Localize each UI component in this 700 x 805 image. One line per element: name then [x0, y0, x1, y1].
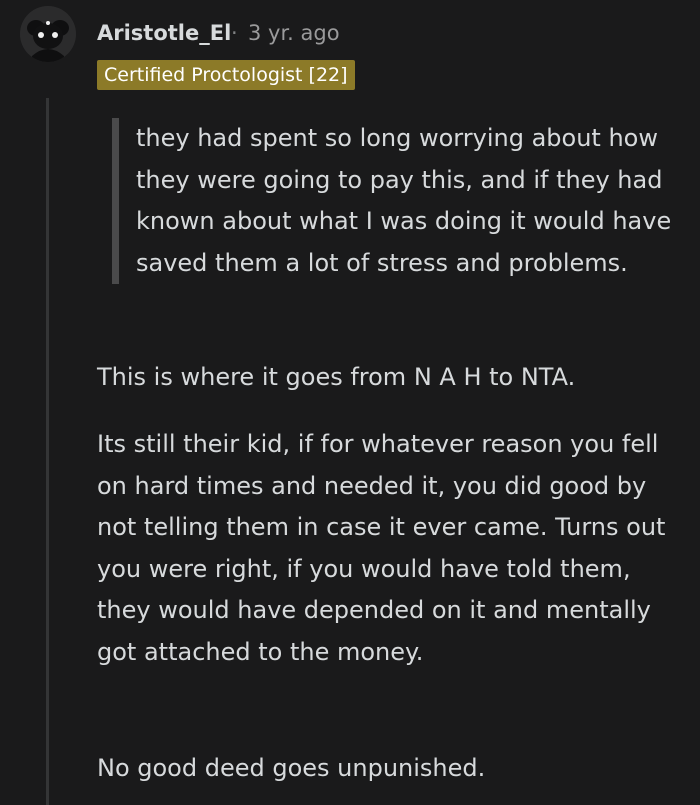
comment-paragraph: No good deed goes unpunished. — [97, 754, 486, 782]
user-flair: Certified Proctologist [22] — [97, 60, 355, 90]
username[interactable]: Aristotle_El — [97, 18, 231, 48]
comment-paragraph: Its still their kid, if for whatever rea… — [97, 430, 666, 666]
snoo-avatar-icon — [20, 6, 76, 62]
meta-separator: · — [231, 21, 238, 45]
avatar[interactable] — [20, 6, 76, 62]
blockquote: they had spent so long worrying about ho… — [112, 118, 696, 284]
thread-line[interactable] — [46, 98, 49, 805]
timestamp[interactable]: 3 yr. ago — [248, 18, 340, 48]
comment-paragraph: This is where it goes from N A H to NTA. — [97, 363, 576, 391]
comment: Aristotle_El · 3 yr. ago Certified Proct… — [0, 0, 700, 805]
quote-text: they had spent so long worrying about ho… — [136, 124, 672, 277]
